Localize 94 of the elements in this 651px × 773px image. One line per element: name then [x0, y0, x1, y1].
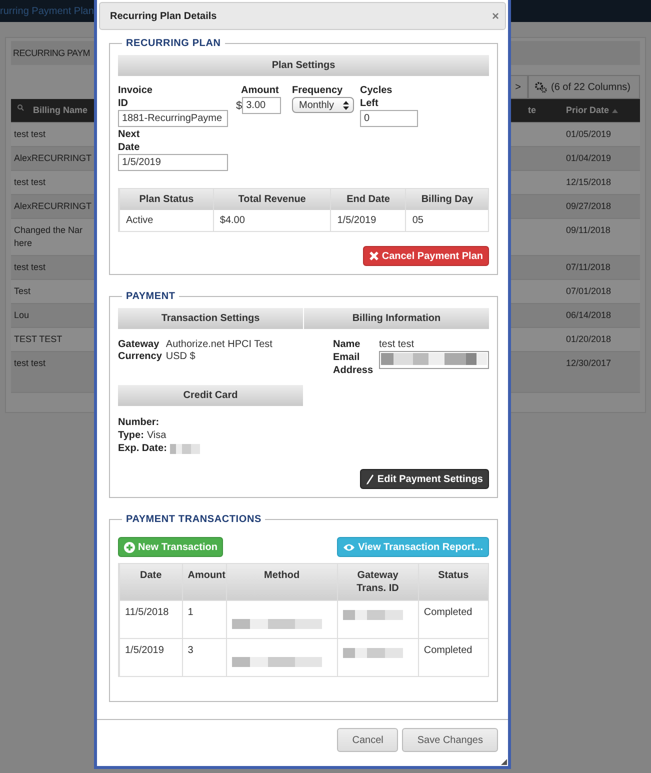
edit-settings-button[interactable]: Edit Payment Settings: [360, 469, 489, 489]
column-header: Amount: [182, 564, 226, 600]
field-label: Invoice ID: [118, 84, 154, 110]
section-legend: PAYMENT TRANSACTIONS: [122, 514, 266, 525]
field-value: Authorize.net HPCI Test: [166, 339, 274, 350]
table-cell: 1: [182, 601, 226, 638]
field-label: Cycles Left: [360, 84, 394, 110]
field-value: Visa: [146, 429, 166, 442]
pencil-icon: [366, 474, 374, 484]
invoice-id-field[interactable]: 1881-RecurringPayme: [118, 110, 228, 127]
table-cell: Active: [119, 210, 213, 231]
search-icon: [17, 104, 24, 111]
field-label: Name: [333, 339, 362, 350]
amount-field[interactable]: 3.00: [242, 97, 282, 114]
column-header: End Date: [330, 189, 406, 210]
column-header[interactable]: Prior Date: [562, 99, 640, 122]
cycles-left-field[interactable]: 0: [360, 110, 418, 127]
dialog-title: Recurring Plan Details: [110, 10, 217, 22]
field-label: Exp. Date:: [118, 442, 167, 455]
table-cell-text: 12/15/2018: [565, 176, 612, 189]
field-label: Number:: [118, 417, 160, 428]
column-header: Gateway Trans. ID: [336, 564, 418, 600]
table-cell-text: test test: [13, 176, 47, 189]
field-label: Next Date: [118, 128, 141, 154]
section-header: Credit Card: [118, 385, 303, 406]
section-header: Plan Settings: [118, 55, 489, 76]
field-value: test test: [379, 339, 416, 350]
table-cell-text: test test: [13, 261, 47, 274]
redacted-block: [342, 648, 403, 658]
table-cell-text: 09/11/2018: [565, 224, 612, 237]
sort-icon: [612, 108, 618, 112]
redacted-block: [342, 610, 403, 620]
gear-icon: [535, 82, 547, 92]
table-cell-text: AlexRECURRINGT: [13, 152, 90, 165]
close-button[interactable]: ×: [492, 9, 499, 23]
table-cell-text: 07/01/2018: [565, 285, 612, 298]
section-legend: RECURRING PLAN: [122, 38, 225, 49]
table-cell-text: 01/05/2019: [565, 128, 612, 141]
table-cell-text: TEST TEST: [13, 333, 64, 346]
save-button[interactable]: Save Changes: [402, 728, 498, 752]
resize-grip-icon[interactable]: [501, 759, 507, 765]
field-label: Frequency: [292, 84, 344, 97]
column-header[interactable]: te: [524, 99, 562, 122]
currency-symbol: $: [236, 100, 242, 112]
table-cell: Completed: [418, 601, 488, 638]
table-cell-text: 09/27/2018: [565, 200, 612, 213]
table-cell-text: 07/11/2018: [565, 261, 612, 274]
column-header: Total Revenue: [212, 189, 330, 210]
field-label: Currency: [118, 351, 162, 362]
eye-icon: [343, 542, 356, 552]
table-cell-text: Changed the Nar here: [13, 224, 84, 250]
field-label: Amount: [241, 84, 280, 97]
columns-button[interactable]: (6 of 22 Columns): [528, 75, 640, 99]
column-header: Method: [226, 564, 337, 600]
column-header: Plan Status: [119, 189, 213, 210]
table-cell-text: test test: [13, 357, 47, 370]
plus-circle-icon: [124, 542, 135, 552]
table-cell: 3: [182, 639, 226, 676]
table-cell: $4.00: [212, 210, 330, 231]
column-header: Date: [119, 564, 182, 600]
frequency-select[interactable]: Monthly: [292, 97, 354, 113]
section-header: Billing Information: [304, 308, 489, 329]
table-cell: 05: [405, 210, 488, 231]
table-cell: 1/5/2019: [330, 210, 406, 231]
table-cell-text: 12/30/2017: [565, 357, 612, 370]
table-cell: 11/5/2018: [119, 601, 182, 638]
new-transaction-button[interactable]: New Transaction: [118, 537, 224, 557]
close-icon: [368, 251, 379, 261]
table-cell-text: Lou: [13, 309, 30, 322]
column-header: Status: [418, 564, 488, 600]
next-date-field[interactable]: 1/5/2019: [118, 154, 228, 171]
table-cell-text: test test: [13, 128, 47, 141]
table-cell-text: 01/04/2019: [565, 152, 612, 165]
table-cell-text: Test: [13, 285, 32, 298]
table-cell-text: 01/20/2018: [565, 333, 612, 346]
table-cell-text: AlexRECURRINGT: [13, 200, 90, 213]
table-cell: 1/5/2019: [119, 639, 182, 676]
column-header[interactable]: Billing Name: [11, 99, 95, 122]
field-label: Gateway: [118, 339, 160, 350]
cancel-button[interactable]: Cancel: [337, 728, 398, 752]
column-header: Billing Day: [405, 189, 488, 210]
table-cell-text: 06/14/2018: [565, 309, 612, 322]
section-legend: PAYMENT: [122, 291, 180, 302]
field-label: Type:: [118, 429, 144, 442]
cancel-plan-button[interactable]: Cancel Payment Plan: [362, 246, 489, 266]
redacted-block: [170, 444, 200, 454]
select-arrows-icon: [343, 100, 349, 110]
view-report-button[interactable]: View Transaction Report...: [337, 537, 489, 557]
section-header: Transaction Settings: [118, 308, 303, 329]
email-field[interactable]: [379, 351, 489, 369]
table-cell: Completed: [418, 639, 488, 676]
field-value: USD $: [166, 351, 196, 362]
panel-title: RECURRING PAYM: [13, 48, 90, 58]
field-label: Email Address: [333, 351, 373, 377]
